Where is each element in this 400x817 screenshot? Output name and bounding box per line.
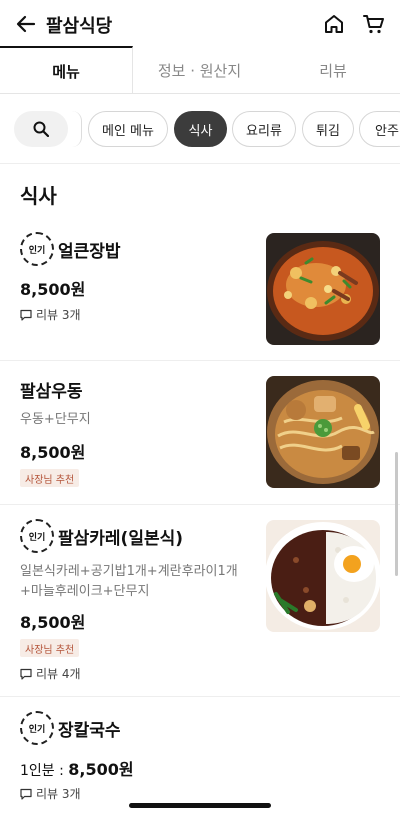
- chat-bubble-icon: [20, 788, 32, 800]
- review-count-label: 리뷰 4개: [36, 667, 81, 681]
- item-name-row: 인기 장칼국수: [20, 711, 121, 745]
- tab-info-origin[interactable]: 정보 · 원산지: [133, 46, 266, 94]
- review-count-label: 리뷰 3개: [36, 787, 81, 801]
- item-price: 8,500원: [20, 613, 86, 632]
- chat-bubble-icon: [20, 309, 32, 321]
- chip-meal[interactable]: 식사: [174, 111, 227, 147]
- home-icon[interactable]: [322, 12, 346, 36]
- cart-icon[interactable]: [362, 12, 386, 36]
- owner-recommend-badge: 사장님 추천: [20, 469, 80, 487]
- item-name: 장칼국수: [58, 720, 121, 741]
- menu-item[interactable]: 인기 얼큰장밥 8,500원 리뷰 3개: [0, 218, 400, 361]
- tab-reviews[interactable]: 리뷰: [266, 46, 400, 94]
- item-photo-udon: [266, 376, 380, 488]
- chat-bubble-icon: [20, 668, 32, 680]
- owner-recommend-badge: 사장님 추천: [20, 639, 80, 657]
- back-arrow-icon[interactable]: [14, 12, 38, 36]
- review-count[interactable]: 리뷰 3개: [20, 785, 81, 802]
- chip-divider: [72, 111, 82, 147]
- chip-fried[interactable]: 튀김: [302, 111, 354, 147]
- price-prefix: 1인분 :: [20, 763, 69, 779]
- item-price: 1인분 : 8,500원: [20, 756, 134, 780]
- app-header: 팔삼식당: [0, 0, 400, 46]
- chip-main-menu[interactable]: 메인 메뉴: [88, 111, 168, 147]
- tab-menu[interactable]: 메뉴: [0, 46, 133, 94]
- popular-badge: 인기: [20, 232, 54, 266]
- review-count[interactable]: 리뷰 4개: [20, 665, 81, 682]
- price-value: 8,500원: [68, 760, 134, 779]
- item-name-row: 인기 얼큰장밥: [20, 232, 121, 266]
- chip-snacks[interactable]: 안주: [359, 111, 400, 147]
- tab-bar: 메뉴 정보 · 원산지 리뷰: [0, 46, 400, 94]
- chip-dishes[interactable]: 요리류: [232, 111, 296, 147]
- search-button[interactable]: [14, 111, 68, 147]
- section-title: 식사: [20, 184, 57, 208]
- menu-item[interactable]: 인기 장칼국수 1인분 : 8,500원 리뷰 3개: [0, 697, 400, 817]
- popular-badge: 인기: [20, 519, 54, 553]
- item-name: 얼큰장밥: [58, 241, 121, 262]
- home-indicator[interactable]: [129, 803, 271, 808]
- item-photo-stew: [266, 233, 380, 345]
- page-title: 팔삼식당: [46, 16, 113, 37]
- item-description: 일본식카레+공기밥1개+계란후라이1개+마늘후레이크+단무지: [20, 564, 238, 599]
- item-name-row: 인기 팔삼카레(일본식): [20, 519, 183, 553]
- item-description: 우동+단무지: [20, 412, 91, 427]
- item-photo-curry: [266, 520, 380, 632]
- review-count-label: 리뷰 3개: [36, 308, 81, 322]
- review-count[interactable]: 리뷰 3개: [20, 306, 81, 323]
- menu-item[interactable]: 인기 팔삼카레(일본식) 일본식카레+공기밥1개+계란후라이1개+마늘후레이크+…: [0, 505, 400, 697]
- item-name: 팔삼카레(일본식): [58, 528, 184, 549]
- scrollbar[interactable]: [395, 452, 398, 576]
- item-name-row: 팔삼우동: [20, 377, 83, 402]
- item-price: 8,500원: [20, 280, 86, 299]
- search-icon: [33, 121, 49, 137]
- item-name: 팔삼우동: [20, 382, 83, 402]
- category-chip-bar: 메인 메뉴 식사 요리류 튀김 안주: [0, 94, 400, 164]
- popular-badge: 인기: [20, 711, 54, 745]
- menu-item[interactable]: 팔삼우동 우동+단무지 8,500원 사장님 추천: [0, 361, 400, 505]
- item-price: 8,500원: [20, 443, 86, 462]
